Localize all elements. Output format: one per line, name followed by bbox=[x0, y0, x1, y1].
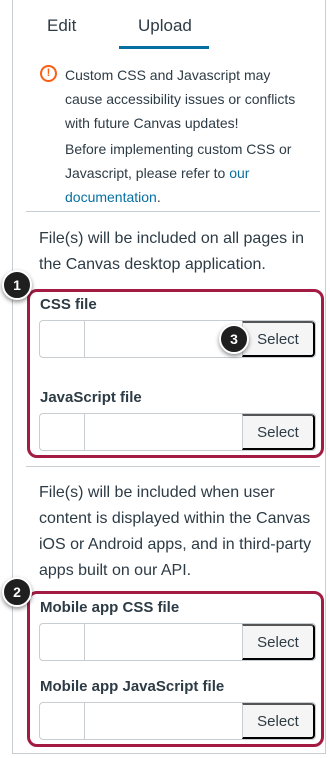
mobile-css-file-upload[interactable]: Select bbox=[39, 623, 316, 661]
file-prefix bbox=[40, 624, 85, 660]
css-file-label: CSS file bbox=[40, 296, 97, 313]
callout-badge-3: 3 bbox=[219, 324, 249, 354]
file-prefix bbox=[40, 703, 85, 739]
js-select-button[interactable]: Select bbox=[242, 414, 315, 450]
warning-refer-text: Before implementing custom CSS or Javasc… bbox=[65, 141, 292, 205]
css-select-button[interactable]: Select bbox=[242, 321, 315, 357]
mobile-css-file-name bbox=[85, 624, 242, 660]
desktop-description: File(s) will be included on all pages in… bbox=[39, 230, 305, 273]
divider bbox=[26, 466, 320, 467]
warning-text: Custom CSS and Javascript may cause acce… bbox=[65, 67, 296, 131]
js-file-upload[interactable]: Select bbox=[39, 413, 316, 451]
js-file-name bbox=[85, 414, 242, 450]
tab-edit[interactable]: Edit bbox=[47, 16, 76, 36]
mobile-js-file-name bbox=[85, 703, 242, 739]
tab-upload[interactable]: Upload bbox=[138, 16, 192, 36]
mobile-description: File(s) will be included when user conte… bbox=[39, 484, 312, 579]
callout-badge-2: 2 bbox=[2, 577, 32, 607]
active-tab-indicator bbox=[119, 46, 209, 49]
warning-icon: ! bbox=[40, 65, 57, 82]
mobile-js-file-label: Mobile app JavaScript file bbox=[40, 678, 225, 695]
file-prefix bbox=[40, 321, 85, 357]
callout-badge-1: 1 bbox=[2, 270, 32, 300]
tab-bar: Edit Upload bbox=[22, 0, 312, 50]
mobile-js-select-button[interactable]: Select bbox=[242, 703, 315, 739]
file-prefix bbox=[40, 414, 85, 450]
js-file-label: JavaScript file bbox=[40, 389, 142, 406]
mobile-js-file-upload[interactable]: Select bbox=[39, 702, 316, 740]
mobile-css-select-button[interactable]: Select bbox=[242, 624, 315, 660]
divider bbox=[26, 211, 320, 212]
css-file-upload[interactable]: Select bbox=[39, 320, 316, 358]
mobile-css-file-label: Mobile app CSS file bbox=[40, 599, 180, 616]
